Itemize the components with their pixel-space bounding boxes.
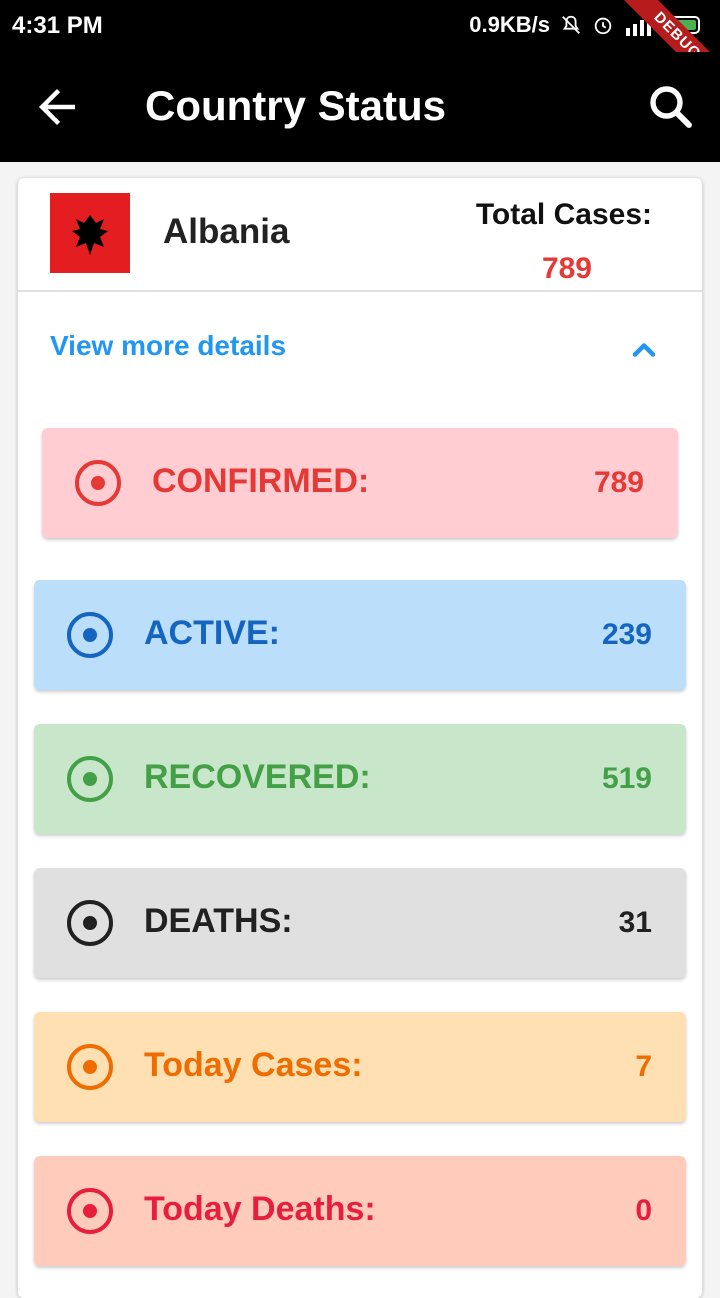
country-header: Albania Total Cases: 789 <box>18 178 702 292</box>
status-bar: 4:31 PM 0.9KB/s DEBUG <box>0 0 720 105</box>
confirmed-label: CONFIRMED: <box>152 462 370 500</box>
status-time: 4:31 PM <box>12 12 103 39</box>
view-more-details-label: View more details <box>50 330 287 361</box>
today-cases-stat-card[interactable]: Today Cases: 7 <box>34 1012 686 1122</box>
active-radio-icon <box>67 612 113 658</box>
total-cases-value: 789 <box>541 252 592 285</box>
albania-flag-icon <box>50 193 130 273</box>
back-button[interactable] <box>30 80 84 134</box>
today-deaths-radio-icon <box>67 1188 113 1234</box>
today-deaths-label: Today Deaths: <box>144 1190 376 1228</box>
active-label: ACTIVE: <box>144 614 280 652</box>
alarm-icon <box>594 17 612 35</box>
active-value: 239 <box>601 618 652 651</box>
confirmed-value: 789 <box>593 466 644 499</box>
recovered-label: RECOVERED: <box>144 758 371 796</box>
deaths-label: DEATHS: <box>144 902 293 940</box>
page-title: Country Status <box>145 82 447 129</box>
arrow-back-icon <box>39 89 75 125</box>
confirmed-stat-card[interactable]: CONFIRMED: 789 <box>42 428 678 538</box>
today-deaths-stat-card[interactable]: Today Deaths: 0 <box>34 1156 686 1266</box>
confirmed-radio-icon <box>75 460 121 506</box>
view-more-details-toggle[interactable]: View more details <box>18 308 702 388</box>
country-name: Albania <box>163 212 290 251</box>
notification-off-icon <box>562 15 580 34</box>
today-cases-radio-icon <box>67 1044 113 1090</box>
today-cases-label: Today Cases: <box>144 1046 363 1084</box>
deaths-radio-icon <box>67 900 113 946</box>
deaths-stat-card[interactable]: DEATHS: 31 <box>34 868 686 978</box>
network-speed: 0.9KB/s <box>469 12 550 37</box>
search-button[interactable] <box>644 80 698 134</box>
recovered-stat-card[interactable]: RECOVERED: 519 <box>34 724 686 834</box>
app-bar: Country Status <box>0 52 720 162</box>
chevron-up-icon <box>632 343 656 357</box>
deaths-value: 31 <box>618 906 652 939</box>
active-stat-card[interactable]: ACTIVE: 239 <box>34 580 686 690</box>
search-icon <box>650 86 692 128</box>
today-cases-value: 7 <box>635 1050 652 1083</box>
recovered-radio-icon <box>67 756 113 802</box>
total-cases-label: Total Cases: <box>475 198 652 231</box>
recovered-value: 519 <box>601 762 652 795</box>
today-deaths-value: 0 <box>635 1194 652 1227</box>
